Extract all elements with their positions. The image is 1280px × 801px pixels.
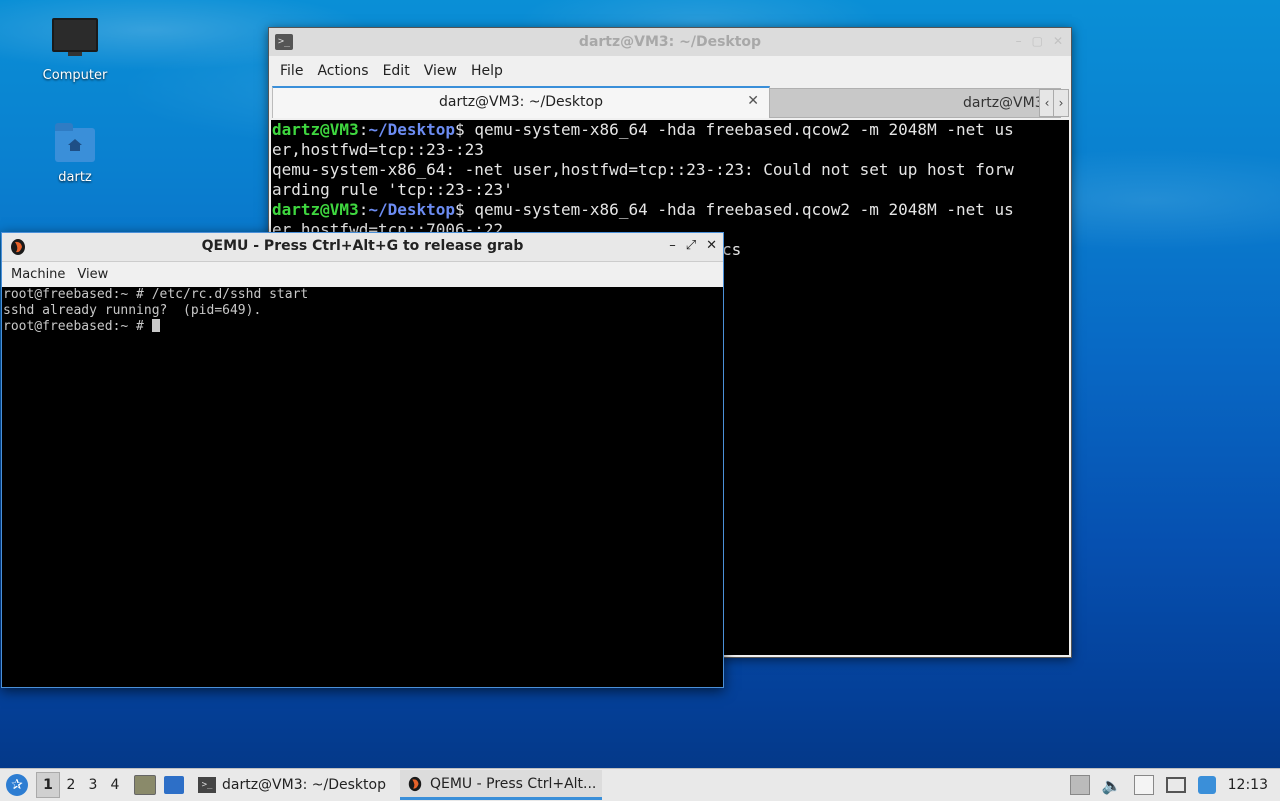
task-qemu[interactable]: QEMU - Press Ctrl+Alt... [399,770,603,800]
close-icon[interactable]: ✕ [747,93,759,109]
terminal-line: arding rule 'tcp::23-:23' [272,180,513,199]
menu-view[interactable]: View [417,63,464,79]
terminal-menubar: File Actions Edit View Help [269,56,1071,86]
clock[interactable]: 12:13 [1228,777,1268,793]
terminal-line: qemu-system-x86_64: -net user,hostfwd=tc… [272,160,1014,179]
network-icon[interactable] [1165,777,1186,793]
qemu-menubar: Machine View [2,262,723,287]
text-cursor [151,319,160,332]
menu-actions[interactable]: Actions [310,63,375,79]
console-line: sshd already running? (pid=649). [3,303,262,318]
tab-label: dartz@VM3: ~/Desktop [963,95,1043,111]
workspace-1[interactable]: 1 [36,772,60,798]
computer-icon [52,18,98,56]
menu-edit[interactable]: Edit [376,63,417,79]
chevron-right-icon[interactable]: › [1053,89,1069,117]
qemu-window[interactable]: QEMU - Press Ctrl+Alt+G to release grab … [1,232,724,688]
workspace-4[interactable]: 4 [104,772,126,798]
menu-help[interactable]: Help [464,63,510,79]
clipboard-icon[interactable] [1133,775,1154,795]
console-line: root@freebased:~ # [2,319,723,335]
volume-icon[interactable]: 🔈 [1102,776,1122,795]
update-icon[interactable] [1197,776,1216,794]
task-label: dartz@VM3: ~/Desktop [222,777,386,793]
window-title: dartz@VM3: ~/Desktop [578,34,762,50]
menu-file[interactable]: File [273,63,310,79]
tab-2[interactable]: dartz@VM3: ~/Desktop [769,88,1061,118]
tab-label: dartz@VM3: ~/Desktop [439,94,603,110]
minimize-icon[interactable]: – [669,238,676,253]
home-folder-icon [55,123,95,162]
terminal-tabbar: dartz@VM3: ~/Desktop ✕ dartz@VM3: ~/Desk… [269,86,1071,118]
system-tray: 🔈 12:13 [1069,775,1280,795]
minimize-icon[interactable]: – [1016,34,1022,48]
show-desktop-icon[interactable] [164,776,184,794]
start-menu-icon[interactable]: ✰ [6,774,28,796]
maximize-icon[interactable]: ⤢ [686,238,696,253]
maximize-icon[interactable]: ▢ [1032,34,1043,48]
console-line: root@freebased:~ # /etc/rc.d/sshd start [3,287,309,302]
file-manager-icon[interactable] [134,775,156,795]
qemu-icon [408,776,422,791]
close-icon[interactable]: ✕ [1053,34,1063,48]
task-terminal[interactable]: >_ dartz@VM3: ~/Desktop [192,770,392,800]
qemu-titlebar[interactable]: QEMU - Press Ctrl+Alt+G to release grab … [2,233,723,262]
desktop-icon-label: Computer [42,68,108,83]
terminal-line: dartz@VM3:~/Desktop$ qemu-system-x86_64 … [272,200,1014,219]
terminal-line: dartz@VM3:~/Desktop$ qemu-system-x86_64 … [272,120,1014,139]
window-title: QEMU - Press Ctrl+Alt+G to release grab [201,238,524,254]
task-label: QEMU - Press Ctrl+Alt... [429,775,597,792]
eject-icon[interactable] [1069,775,1090,795]
workspace-3[interactable]: 3 [82,772,104,798]
menu-view[interactable]: View [71,267,114,282]
desktop-icon-dartz[interactable]: dartz [30,123,120,185]
taskbar: ✰ 1 2 3 4 >_ dartz@VM3: ~/Desktop QEMU -… [0,768,1280,801]
terminal-icon: >_ [198,777,216,793]
qemu-display[interactable]: root@freebased:~ # /etc/rc.d/sshd start … [2,287,723,687]
menu-machine[interactable]: Machine [5,267,71,282]
desktop-icon-label: dartz [58,170,92,185]
workspace-2[interactable]: 2 [60,772,82,798]
terminal-line: er,hostfwd=tcp::23-:23 [272,140,484,159]
close-icon[interactable]: ✕ [706,238,717,253]
desktop-icon-computer[interactable]: Computer [30,18,120,83]
tab-1[interactable]: dartz@VM3: ~/Desktop ✕ [272,86,770,118]
terminal-titlebar[interactable]: >_ dartz@VM3: ~/Desktop – ▢ ✕ [269,28,1071,56]
